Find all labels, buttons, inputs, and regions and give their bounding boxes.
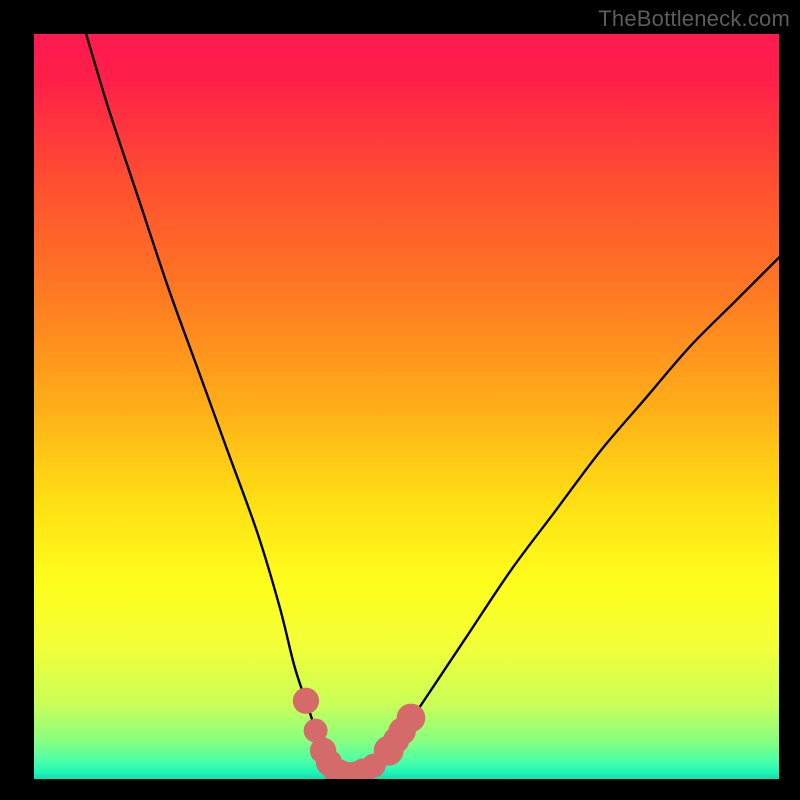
gradient-background [34,34,779,779]
data-marker [397,704,426,733]
data-marker [293,688,319,714]
plot-area [34,34,779,779]
chart-frame: TheBottleneck.com [0,0,800,800]
bottleneck-chart [34,34,779,779]
watermark-text: TheBottleneck.com [598,6,790,32]
